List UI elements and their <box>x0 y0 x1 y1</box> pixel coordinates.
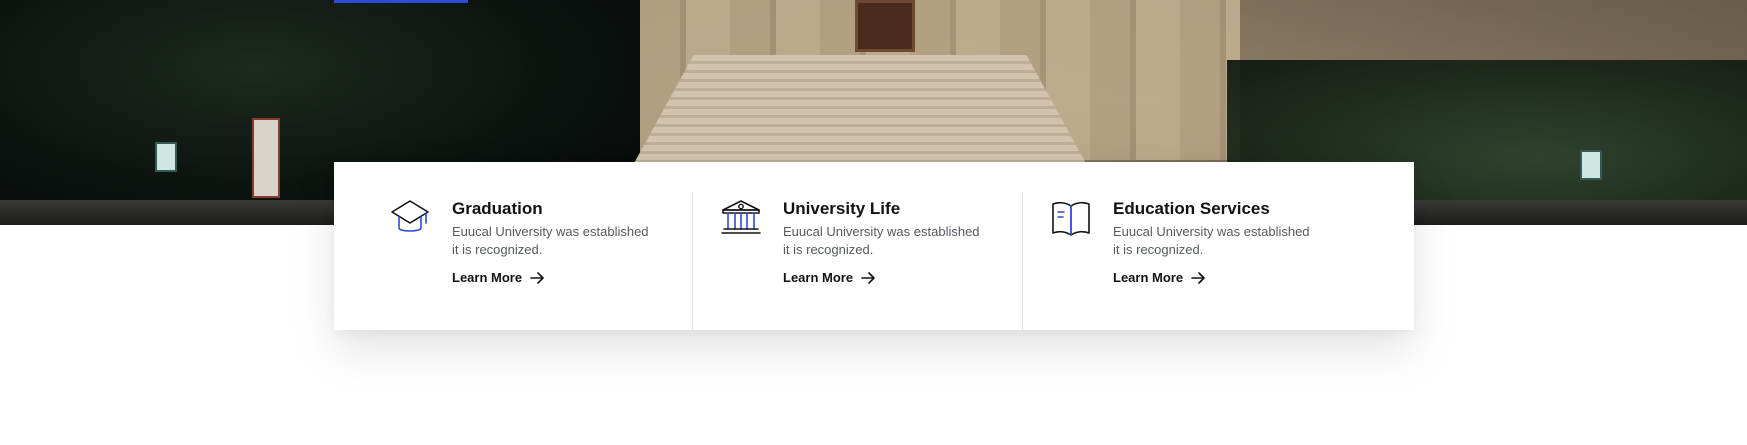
feature-title: Graduation <box>452 199 543 218</box>
learn-more-label: Learn More <box>1113 270 1184 285</box>
university-building-icon <box>719 196 763 240</box>
feature-title: University Life <box>783 199 901 218</box>
feature-description: Euucal University was established it is … <box>1113 224 1310 257</box>
arrow-right-icon <box>1191 271 1205 284</box>
feature-university-life: University Life Euucal University was es… <box>692 192 1022 330</box>
feature-title: Education Services <box>1113 199 1270 218</box>
hero-accent-bar <box>334 0 468 3</box>
hero-parking-sign <box>1580 150 1602 180</box>
hero-notice-board <box>252 118 280 198</box>
arrow-right-icon <box>530 271 544 284</box>
feature-education-services: Education Services Euucal University was… <box>1022 192 1412 330</box>
learn-more-label: Learn More <box>452 270 523 285</box>
hero-parking-sign <box>155 142 177 172</box>
arrow-right-icon <box>861 271 875 284</box>
graduation-cap-icon <box>388 196 432 240</box>
features-card: Graduation Euucal University was establi… <box>334 162 1414 330</box>
feature-graduation: Graduation Euucal University was establi… <box>334 162 692 330</box>
learn-more-link[interactable]: Learn More <box>783 270 875 285</box>
learn-more-link[interactable]: Learn More <box>1113 270 1205 285</box>
open-book-icon <box>1049 196 1093 240</box>
hero-building-door <box>855 0 915 52</box>
feature-description: Euucal University was established it is … <box>452 224 649 257</box>
learn-more-link[interactable]: Learn More <box>452 270 544 285</box>
learn-more-label: Learn More <box>783 270 854 285</box>
feature-description: Euucal University was established it is … <box>783 224 980 257</box>
